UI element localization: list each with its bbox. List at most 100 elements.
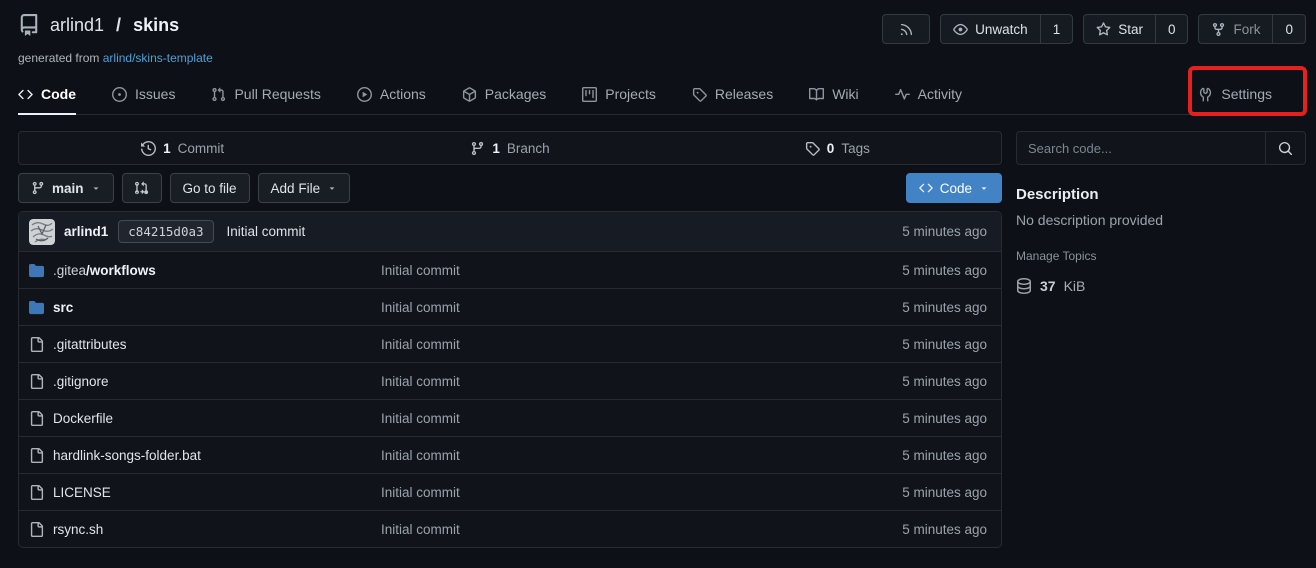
history-icon xyxy=(141,141,156,156)
commit-time: 5 minutes ago xyxy=(902,224,991,239)
pull-request-icon xyxy=(211,87,226,102)
branch-name: main xyxy=(52,181,84,196)
branch-selector[interactable]: main xyxy=(18,173,114,203)
repo-sidebar: Description No description provided Mana… xyxy=(1016,131,1306,294)
unwatch-button[interactable]: Unwatch xyxy=(941,15,1040,43)
search-button[interactable] xyxy=(1265,132,1305,164)
repo-owner-link[interactable]: arlind1 xyxy=(50,15,104,36)
table-row: .gitignore Initial commit 5 minutes ago xyxy=(19,362,1001,399)
file-link[interactable]: .gitattributes xyxy=(29,337,381,352)
file-icon xyxy=(29,485,44,500)
commit-author-link[interactable]: arlind1 xyxy=(64,224,108,239)
file-icon xyxy=(29,411,44,426)
tab-activity[interactable]: Activity xyxy=(895,75,962,115)
star-icon xyxy=(1096,22,1111,37)
git-compare-icon xyxy=(135,181,149,195)
generated-from-text: generated from xyxy=(18,51,99,65)
file-link[interactable]: LICENSE xyxy=(29,485,381,500)
row-time: 5 minutes ago xyxy=(902,411,991,426)
tab-releases[interactable]: Releases xyxy=(692,75,773,115)
fork-button[interactable]: Fork xyxy=(1199,15,1272,43)
file-name[interactable]: Dockerfile xyxy=(53,411,113,426)
file-name[interactable]: src xyxy=(53,300,73,315)
tab-pull-requests[interactable]: Pull Requests xyxy=(211,75,320,115)
file-link[interactable]: .gitignore xyxy=(29,374,381,389)
rss-button[interactable] xyxy=(883,15,929,43)
star-label: Star xyxy=(1118,22,1143,37)
template-repo-link[interactable]: arlind/skins-template xyxy=(103,51,213,65)
go-to-file-label: Go to file xyxy=(183,181,237,196)
repo-size: 37 KiB xyxy=(1016,278,1306,294)
eye-icon xyxy=(953,22,968,37)
commits-stat[interactable]: 1 Commit xyxy=(19,132,346,164)
code-download-button[interactable]: Code xyxy=(906,173,1002,203)
tag-label: Tags xyxy=(841,141,870,156)
chevron-down-icon xyxy=(979,183,989,193)
generated-from: generated from arlind/skins-template xyxy=(18,51,1306,65)
row-time: 5 minutes ago xyxy=(902,485,991,500)
star-button[interactable]: Star xyxy=(1084,15,1155,43)
row-commit-message[interactable]: Initial commit xyxy=(381,374,902,389)
row-commit-message[interactable]: Initial commit xyxy=(381,300,902,315)
commit-message-link[interactable]: Initial commit xyxy=(227,224,306,239)
file-link[interactable]: hardlink-songs-folder.bat xyxy=(29,448,381,463)
tags-stat[interactable]: 0 Tags xyxy=(674,132,1001,164)
row-commit-message[interactable]: Initial commit xyxy=(381,485,902,500)
file-name[interactable]: .gitignore xyxy=(53,374,109,389)
tab-actions-label: Actions xyxy=(380,86,426,102)
commit-hash-badge[interactable]: c84215d0a3 xyxy=(118,220,213,243)
description-text: No description provided xyxy=(1016,212,1306,228)
tab-wiki[interactable]: Wiki xyxy=(809,75,858,115)
file-name[interactable]: .gitattributes xyxy=(53,337,127,352)
branches-stat[interactable]: 1 Branch xyxy=(346,132,673,164)
file-name[interactable]: hardlink-songs-folder.bat xyxy=(53,448,201,463)
repo-page: arlind1 / skins xyxy=(0,0,1316,568)
repo-name-link[interactable]: skins xyxy=(133,15,179,36)
branch-label: Branch xyxy=(507,141,550,156)
size-value: 37 xyxy=(1040,278,1056,294)
go-to-file-button[interactable]: Go to file xyxy=(170,173,250,203)
row-time: 5 minutes ago xyxy=(902,374,991,389)
file-link[interactable]: rsync.sh xyxy=(29,522,381,537)
code-icon xyxy=(919,181,933,195)
row-commit-message[interactable]: Initial commit xyxy=(381,263,902,278)
tab-projects[interactable]: Projects xyxy=(582,75,656,115)
tab-actions[interactable]: Actions xyxy=(357,75,426,115)
search-input[interactable] xyxy=(1017,132,1265,164)
table-row: src Initial commit 5 minutes ago xyxy=(19,288,1001,325)
fork-icon xyxy=(1211,22,1226,37)
tab-packages-label: Packages xyxy=(485,86,546,102)
table-row: Dockerfile Initial commit 5 minutes ago xyxy=(19,399,1001,436)
row-commit-message[interactable]: Initial commit xyxy=(381,337,902,352)
avatar[interactable] xyxy=(29,219,55,245)
add-file-button[interactable]: Add File xyxy=(258,173,351,203)
row-commit-message[interactable]: Initial commit xyxy=(381,448,902,463)
manage-topics-link[interactable]: Manage Topics xyxy=(1016,249,1306,263)
star-count[interactable]: 0 xyxy=(1155,15,1188,43)
repo-book-icon xyxy=(18,14,40,36)
tab-code[interactable]: Code xyxy=(18,75,76,115)
file-link[interactable]: src xyxy=(29,300,381,315)
row-time: 5 minutes ago xyxy=(902,263,991,278)
description-heading: Description xyxy=(1016,186,1306,203)
watch-count[interactable]: 1 xyxy=(1040,15,1073,43)
folder-icon xyxy=(29,263,44,278)
tab-issues[interactable]: Issues xyxy=(112,75,175,115)
file-name[interactable]: LICENSE xyxy=(53,485,111,500)
row-commit-message[interactable]: Initial commit xyxy=(381,522,902,537)
tab-packages[interactable]: Packages xyxy=(462,75,546,115)
package-icon xyxy=(462,87,477,102)
table-row: .gitattributes Initial commit 5 minutes … xyxy=(19,325,1001,362)
tab-settings[interactable]: Settings xyxy=(1198,75,1272,115)
fork-count[interactable]: 0 xyxy=(1272,15,1305,43)
file-name[interactable]: rsync.sh xyxy=(53,522,103,537)
file-name[interactable]: /workflows xyxy=(86,263,156,278)
file-link[interactable]: Dockerfile xyxy=(29,411,381,426)
tab-issues-label: Issues xyxy=(135,86,175,102)
commit-label: Commit xyxy=(178,141,225,156)
path-segment[interactable]: .gitea xyxy=(53,263,86,278)
file-link[interactable]: .gitea/workflows xyxy=(29,263,381,278)
row-commit-message[interactable]: Initial commit xyxy=(381,411,902,426)
compare-button[interactable] xyxy=(122,173,162,203)
latest-commit-row: arlind1 c84215d0a3 Initial commit 5 minu… xyxy=(19,212,1001,251)
